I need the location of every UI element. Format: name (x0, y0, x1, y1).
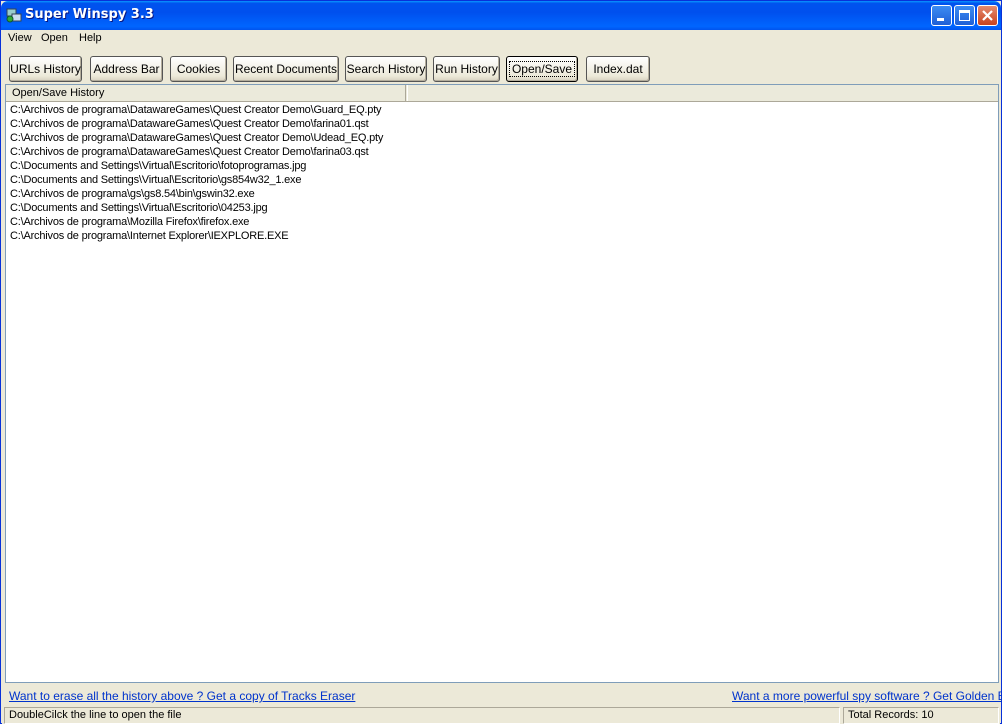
status-hint: DoubleCilck the line to open the file (4, 707, 840, 724)
list-item[interactable]: C:\Documents and Settings\Virtual\Escrit… (10, 201, 383, 215)
list-rows: C:\Archivos de programa\DatawareGames\Qu… (10, 103, 383, 243)
list-item[interactable]: C:\Documents and Settings\Virtual\Escrit… (10, 173, 383, 187)
menu-bar: View Open Help (2, 30, 1000, 49)
menu-help[interactable]: Help (79, 32, 102, 44)
maximize-button[interactable] (954, 5, 975, 26)
menu-view[interactable]: View (8, 32, 32, 44)
close-button[interactable] (977, 5, 998, 26)
list-item[interactable]: C:\Archivos de programa\Internet Explore… (10, 229, 383, 243)
search-history-button[interactable]: Search History (345, 56, 427, 82)
app-window: Super Winspy 3.3 View Open Help URLs His… (0, 0, 1002, 724)
title-bar[interactable]: Super Winspy 3.3 (1, 1, 1001, 30)
list-item[interactable]: C:\Archivos de programa\gs\gs8.54\bin\gs… (10, 187, 383, 201)
address-bar-button[interactable]: Address Bar (90, 56, 163, 82)
list-item[interactable]: C:\Archivos de programa\DatawareGames\Qu… (10, 103, 383, 117)
list-item[interactable]: C:\Archivos de programa\DatawareGames\Qu… (10, 145, 383, 159)
status-bar: DoubleCilck the line to open the file To… (2, 707, 1000, 724)
open-save-button[interactable]: Open/Save (506, 56, 578, 82)
index-dat-button[interactable]: Index.dat (586, 56, 650, 82)
window-title: Super Winspy 3.3 (25, 7, 154, 22)
close-icon (982, 10, 993, 21)
list-item[interactable]: C:\Documents and Settings\Virtual\Escrit… (10, 159, 383, 173)
column-open-save-history[interactable]: Open/Save History (6, 85, 406, 101)
minimize-button[interactable] (931, 5, 952, 26)
cookies-button[interactable]: Cookies (170, 56, 227, 82)
maximize-icon (959, 10, 970, 21)
list-item[interactable]: C:\Archivos de programa\DatawareGames\Qu… (10, 131, 383, 145)
minimize-icon (937, 18, 944, 21)
menu-open[interactable]: Open (41, 32, 68, 44)
tracks-eraser-link[interactable]: Want to erase all the history above ? Ge… (9, 689, 355, 703)
recent-documents-button[interactable]: Recent Documents (233, 56, 339, 82)
golden-eye-link[interactable]: Want a more powerful spy software ? Get … (732, 689, 1002, 703)
spy-app-icon (6, 8, 22, 23)
list-item[interactable]: C:\Archivos de programa\Mozilla Firefox\… (10, 215, 383, 229)
list-item[interactable]: C:\Archivos de programa\DatawareGames\Qu… (10, 117, 383, 131)
list-column-header: Open/Save History (6, 85, 998, 102)
column-divider[interactable] (407, 85, 408, 101)
history-list[interactable]: Open/Save History C:\Archivos de program… (5, 84, 999, 683)
status-total-records: Total Records: 10 (843, 707, 999, 724)
run-history-button[interactable]: Run History (433, 56, 500, 82)
urls-history-button[interactable]: URLs History (9, 56, 82, 82)
